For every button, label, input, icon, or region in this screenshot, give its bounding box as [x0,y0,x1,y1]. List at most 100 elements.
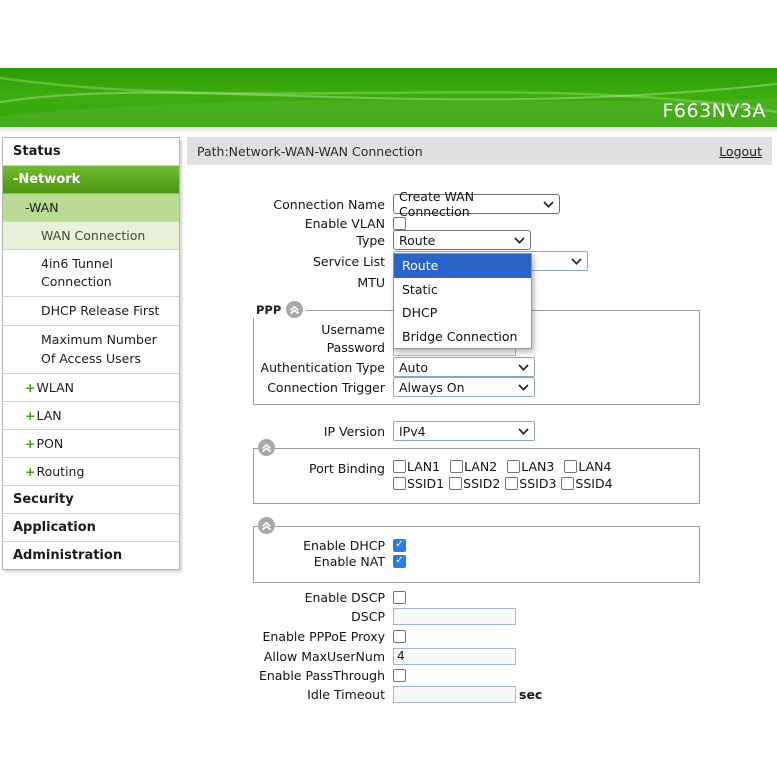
lan3-checkbox[interactable] [507,460,520,473]
ip-version-label: IP Version [187,424,385,439]
enable-pppoe-proxy-row: Enable PPPoE Proxy [187,628,406,644]
type-row: Type Route [187,230,531,250]
enable-vlan-checkbox[interactable] [393,217,406,230]
mtu-label: MTU [187,275,385,290]
ssid2-checkbox[interactable] [449,477,462,490]
enable-passthrough-label: Enable PassThrough [187,668,385,683]
sidebar-item-administration[interactable]: Administration [3,542,179,569]
sidebar-item-status[interactable]: Status [3,138,179,166]
ppp-groupbox-header: PPP [253,301,306,318]
sidebar-nav: Status -Network -WAN WAN Connection 4in6… [2,137,180,570]
dscp-input[interactable] [393,608,516,625]
expand-plus-icon: + [25,408,35,423]
sidebar-item-label: WLAN [36,380,74,395]
port-binding-ssid4: SSID4 [561,476,612,491]
idle-timeout-label: Idle Timeout [187,687,385,702]
sidebar-item-wan[interactable]: -WAN [3,194,179,222]
ip-version-row: IP Version IPv4 [187,421,535,441]
ssid3-label: SSID3 [519,476,556,491]
connection-name-row: Connection Name Create WAN Connection [187,194,560,214]
sidebar-item-application[interactable]: Application [3,514,179,542]
sidebar-item-dhcp-release-first[interactable]: DHCP Release First [3,297,179,326]
type-select[interactable]: Route [393,230,531,250]
lan4-label: LAN4 [578,459,611,474]
type-value: Route [399,233,435,248]
enable-passthrough-checkbox[interactable] [393,669,406,682]
sidebar-item-network[interactable]: -Network [3,166,179,194]
sidebar-item-label: Routing [36,464,84,479]
enable-dscp-label: Enable DSCP [187,590,385,605]
chevron-down-icon [514,237,525,244]
sidebar-item-routing[interactable]: +Routing [3,458,179,486]
enable-pppoe-proxy-checkbox[interactable] [393,630,406,643]
type-option-static[interactable]: Static [394,278,531,302]
connection-name-select[interactable]: Create WAN Connection [393,194,560,214]
sidebar-item-label: LAN [36,408,61,423]
port-binding-lan4: LAN4 [564,459,611,474]
port-binding-lan3: LAN3 [507,459,554,474]
wan-connection-form: Connection Name Create WAN Connection En… [187,165,775,775]
idle-timeout-unit: sec [519,687,542,702]
connection-name-label: Connection Name [187,197,385,212]
sidebar-item-lan[interactable]: +LAN [3,402,179,430]
type-option-dhcp[interactable]: DHCP [394,301,531,325]
ssid3-checkbox[interactable] [505,477,518,490]
ssid2-label: SSID2 [463,476,500,491]
type-option-route[interactable]: Route [394,254,531,278]
router-admin-page: F663NV3A Status -Network -WAN WAN Connec… [0,0,777,777]
chevron-down-icon [571,258,582,265]
port-binding-ssid2: SSID2 [449,476,500,491]
chevron-down-icon [543,201,554,208]
enable-dhcp-checkbox[interactable] [393,539,406,552]
enable-nat-checkbox[interactable] [393,555,406,568]
password-label: Password [187,340,385,355]
collapse-icon[interactable] [258,439,275,456]
expand-plus-icon: + [25,380,35,395]
lan2-label: LAN2 [464,459,497,474]
sidebar-item-security[interactable]: Security [3,486,179,514]
enable-vlan-label: Enable VLAN [187,216,385,231]
connection-trigger-select[interactable]: Always On [393,377,535,397]
logout-link[interactable]: Logout [719,144,762,159]
connection-name-value: Create WAN Connection [399,189,543,219]
allow-maxusernum-row: Allow MaxUserNum [187,646,516,666]
lan4-checkbox[interactable] [564,460,577,473]
lan1-label: LAN1 [407,459,440,474]
ssid4-label: SSID4 [575,476,612,491]
port-binding-lan2: LAN2 [450,459,497,474]
enable-nat-row: Enable NAT [187,553,406,569]
connection-trigger-row: Connection Trigger Always On [187,377,535,397]
allow-maxusernum-input[interactable] [393,648,516,665]
lan1-checkbox[interactable] [393,460,406,473]
authentication-type-select[interactable]: Auto [393,357,535,377]
idle-timeout-row: Idle Timeout sec [187,684,542,704]
username-label: Username [187,322,385,337]
banner-wave-graphic [0,68,777,127]
sidebar-item-wlan[interactable]: +WLAN [3,374,179,402]
banner-divider [0,127,777,133]
idle-timeout-input[interactable] [393,686,516,703]
dscp-row: DSCP [187,606,516,626]
lan2-checkbox[interactable] [450,460,463,473]
enable-pppoe-proxy-label: Enable PPPoE Proxy [187,629,385,644]
ssid1-checkbox[interactable] [393,477,406,490]
authentication-type-label: Authentication Type [187,360,385,375]
collapse-icon[interactable] [286,301,303,318]
enable-dscp-row: Enable DSCP [187,589,406,605]
authentication-type-value: Auto [399,360,428,375]
ssid4-checkbox[interactable] [561,477,574,490]
collapse-icon[interactable] [258,517,275,534]
enable-dhcp-label: Enable DHCP [187,538,385,553]
enable-dscp-checkbox[interactable] [393,591,406,604]
sidebar-item-4in6-tunnel[interactable]: 4in6 Tunnel Connection [3,250,179,297]
chevron-down-icon [518,428,529,435]
port-binding-ssid3: SSID3 [505,476,556,491]
expand-plus-icon: + [25,436,35,451]
type-option-bridge-connection[interactable]: Bridge Connection [394,325,531,349]
port-binding-ssid1: SSID1 [393,476,444,491]
dhcp-nat-groupbox-header [258,517,275,534]
ip-version-select[interactable]: IPv4 [393,421,535,441]
sidebar-item-wan-connection[interactable]: WAN Connection [3,222,179,250]
sidebar-item-max-access-users[interactable]: Maximum Number Of Access Users [3,326,179,373]
sidebar-item-pon[interactable]: +PON [3,430,179,458]
